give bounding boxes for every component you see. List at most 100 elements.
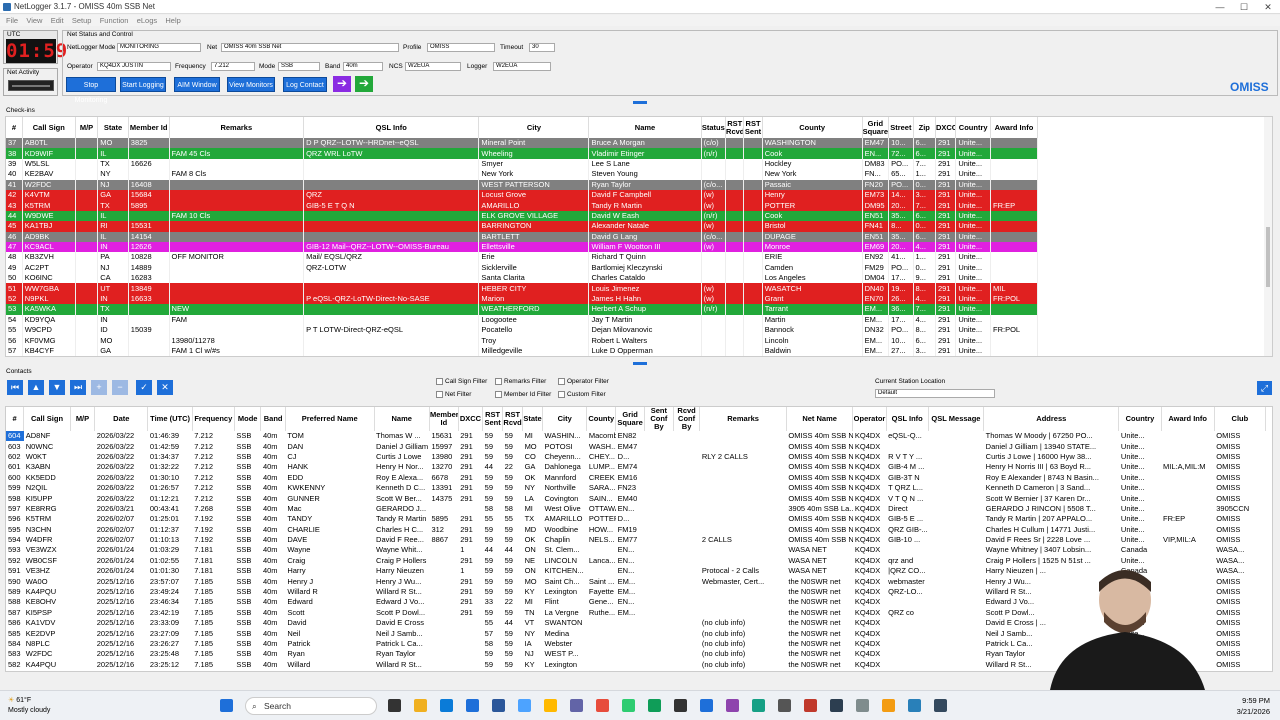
add-record-icon[interactable]: + — [91, 380, 107, 395]
checkin-row[interactable]: 37 AB0TL MO 3825 D P QRZ--LOTW--HRDnet--eQSL… — [6, 138, 1039, 149]
cancel-x-icon[interactable]: ✕ — [157, 380, 173, 395]
app-icon-17[interactable] — [908, 699, 921, 712]
contact-row[interactable]: 603 N0WNC 2026/03/22 01:42:59 7.212 SSB 40m DAN… — [6, 441, 1266, 451]
remarks-filter[interactable]: Remarks Filter — [495, 378, 546, 386]
net-select[interactable]: OMISS 40m SSB Net — [221, 43, 399, 52]
app-icon-18[interactable] — [934, 699, 947, 712]
contact-row[interactable]: 582 KA4PQU 2025/12/16 23:25:12 7.185 SSB 40m Wi… — [6, 660, 1266, 670]
checkin-row[interactable]: 47 KC9ACL IN 12626 GIB-12 Mail--QRZ--LOTW--O… — [6, 241, 1039, 253]
profile-field[interactable]: OMISS — [427, 43, 495, 52]
contact-row[interactable]: 585 KE2DVP 2025/12/16 23:27:09 7.185 SSB 40m Ne… — [6, 628, 1266, 638]
last-record-icon[interactable]: ⏭ — [70, 380, 86, 395]
contact-row[interactable]: 604 AD8NF 2026/03/22 01:46:39 7.212 SSB 40m TOM… — [6, 431, 1266, 442]
checkin-row[interactable]: 42 K4VTM GA 15684 QRZ Locust Grove David F Cam… — [6, 189, 1039, 201]
taskbar-search[interactable]: ⌕ Search — [245, 697, 377, 715]
checkin-row[interactable]: 43 K5TRM TX 5895 GIB-5 E T Q N AMARILLO Tandy … — [6, 200, 1039, 211]
checkin-row[interactable]: 49 AC2PT NJ 14889 QRZ-LOTW Sicklerville Bartlo… — [6, 262, 1039, 274]
contact-row[interactable]: 586 KA1VDV 2025/12/16 23:33:09 7.185 SSB 40m Da… — [6, 618, 1266, 628]
mode-field[interactable]: MONITORING — [117, 43, 201, 52]
station-location-select[interactable]: Default — [875, 389, 995, 398]
checkin-row[interactable]: 56 KF0VMG MO 13980/11278 Troy Robert L Walter… — [6, 335, 1039, 346]
checkin-row[interactable]: 52 N9PKL IN 16633 P eQSL-QRZ-LoTW-Direct-No-… — [6, 293, 1039, 305]
app-icon-1[interactable] — [466, 699, 479, 712]
menu-view[interactable]: View — [26, 15, 42, 26]
mode-select[interactable]: SSB — [278, 62, 320, 71]
band-select[interactable]: 40m — [343, 62, 383, 71]
app-icon-8[interactable] — [674, 699, 687, 712]
contact-row[interactable]: 598 KI5UPP 2026/03/22 01:12:21 7.212 SSB 40m GU… — [6, 493, 1266, 503]
contact-row[interactable]: 590 WA0O 2025/12/16 23:57:07 7.185 SSB 40m Henr… — [6, 576, 1266, 586]
operator-field[interactable]: KQ4DX JUSTIN — [97, 62, 171, 71]
app-icon-2[interactable] — [492, 699, 505, 712]
weather-widget[interactable]: ☀ 61°F Mostly cloudy — [8, 696, 50, 716]
system-clock[interactable]: 9:59 PM 3/21/2026 — [1237, 695, 1270, 717]
app-icon-4[interactable] — [544, 699, 557, 712]
checkin-row[interactable]: 39 W5LSL TX 16626 Smyer Lee S Lane Hockley DM83… — [6, 158, 1039, 170]
call-sign-filter[interactable]: Call Sign Filter — [436, 378, 487, 386]
splitter-top[interactable] — [633, 101, 647, 104]
contact-row[interactable]: 584 N8PLC 2025/12/16 23:26:27 7.185 SSB 40m Pat… — [6, 639, 1266, 649]
splitter-bottom[interactable] — [633, 362, 647, 365]
contact-row[interactable]: 601 K3ABN 2026/03/22 01:32:22 7.212 SSB 40m HAN… — [6, 462, 1266, 472]
menu-edit[interactable]: Edit — [51, 15, 64, 26]
app-icon-7[interactable] — [648, 699, 661, 712]
contact-row[interactable]: 588 KE8OHV 2025/12/16 23:46:34 7.185 SSB 40m Ed… — [6, 597, 1266, 607]
maximize-button[interactable]: ☐ — [1232, 0, 1256, 14]
edge-icon[interactable] — [440, 699, 453, 712]
logger-field[interactable]: W2EUA — [493, 62, 551, 71]
contact-row[interactable]: 600 KK5EDD 2026/03/22 01:30:10 7.212 SSB 40m ED… — [6, 473, 1266, 483]
expand-icon[interactable]: ⤢ — [1257, 381, 1272, 395]
app-icon-12[interactable] — [778, 699, 791, 712]
first-record-icon[interactable]: ⏮ — [7, 380, 23, 395]
log-contact-button[interactable]: Log Contact — [283, 77, 327, 92]
contact-row[interactable]: 596 K5TRM 2026/02/07 01:25:01 7.192 SSB 40m TAN… — [6, 514, 1266, 524]
arrow-right-icon[interactable]: ➔ — [333, 76, 351, 92]
frequency-field[interactable]: 7.212 — [211, 62, 255, 71]
checkin-row[interactable]: 38 KD9WIF IL FAM 45 Cls QRZ WRL LoTW Wheeling… — [6, 148, 1039, 159]
contact-row[interactable]: 583 W2FDC 2025/12/16 23:25:48 7.185 SSB 40m Rya… — [6, 649, 1266, 659]
checkin-row[interactable]: 50 KO6INC CA 16283 Santa Clarita Charles Cata… — [6, 273, 1039, 284]
chrome-icon[interactable] — [622, 699, 635, 712]
checkin-row[interactable]: 41 W2FDC NJ 16408 WEST PATTERSON Ryan Taylor(… — [6, 179, 1039, 190]
menu-elogs[interactable]: eLogs — [137, 15, 157, 26]
net-filter[interactable]: Net Filter — [436, 391, 471, 399]
app-icon-10[interactable] — [726, 699, 739, 712]
start-menu-icon[interactable] — [220, 699, 233, 712]
checkin-row[interactable]: 53 KA5WKA TX NEW WEATHERFORD Herbert A Schup(… — [6, 304, 1039, 315]
menu-setup[interactable]: Setup — [72, 15, 92, 26]
confirm-check-icon[interactable]: ✓ — [136, 380, 152, 395]
minimize-button[interactable]: — — [1208, 0, 1232, 14]
member-id-filter[interactable]: Member Id Filter — [495, 391, 551, 399]
app-icon-16[interactable] — [882, 699, 895, 712]
app-icon-13[interactable] — [804, 699, 817, 712]
contact-row[interactable]: 589 KA4PQU 2025/12/16 23:49:24 7.185 SSB 40m Wi… — [6, 587, 1266, 597]
menu-file[interactable]: File — [6, 15, 18, 26]
start-logging-button[interactable]: Start Logging — [120, 77, 166, 92]
ncs-field[interactable]: W2EUA — [405, 62, 461, 71]
menu-help[interactable]: Help — [165, 15, 180, 26]
checkin-row[interactable]: 45 KA1TBJ RI 15531 BARRINGTON Alexander Natal… — [6, 221, 1039, 232]
checkins-scrollbar[interactable] — [1264, 117, 1272, 356]
file-explorer-icon[interactable] — [414, 699, 427, 712]
checkin-row[interactable]: 48 KB3ZVH PA 10828 OFF MONITOR Mail/ EQSL/QRZ… — [6, 252, 1039, 263]
delete-record-icon[interactable]: − — [112, 380, 128, 395]
arrow-right-green-icon[interactable]: ➔ — [355, 76, 373, 92]
view-monitors-button[interactable]: View Monitors — [227, 77, 275, 92]
app-icon-5[interactable] — [570, 699, 583, 712]
custom-filter[interactable]: Custom Filter — [558, 391, 606, 399]
app-icon-9[interactable] — [700, 699, 713, 712]
checkin-row[interactable]: 57 KB4CYF GA FAM 1 Cl w/#s Milledgeville Luke… — [6, 345, 1039, 356]
timeout-field[interactable]: 30 — [529, 43, 555, 52]
app-icon-3[interactable] — [518, 699, 531, 712]
checkin-row[interactable]: 55 W9CPD ID 15039 P T LOTW-Direct-QRZ-eQSL Po… — [6, 325, 1039, 336]
checkin-row[interactable]: 46 AD9BK IL 14154 BARTLETT David G Lang (c/o..… — [6, 231, 1039, 242]
contact-row[interactable]: 593 VE3WZX 2026/01/24 01:03:29 7.181 SSB 40m Wa… — [6, 545, 1266, 555]
contact-row[interactable]: 597 KE8RRG 2026/03/21 00:43:41 7.268 SSB 40m Ma… — [6, 504, 1266, 514]
app-icon-6[interactable] — [596, 699, 609, 712]
contact-row[interactable]: 602 W0KT 2026/03/22 01:34:37 7.212 SSB 40m CJ Cu… — [6, 452, 1266, 462]
contact-row[interactable]: 595 N3CHN 2026/02/07 01:12:37 7.192 SSB 40m CHA… — [6, 525, 1266, 535]
contact-row[interactable]: 591 VE3HZ 2026/01/24 01:01:30 7.181 SSB 40m Har… — [6, 566, 1266, 576]
aim-window-button[interactable]: AIM Window — [174, 77, 220, 92]
checkin-row[interactable]: 51 WW7GBA UT 13849 HEBER CITY Louis Jimenez (w… — [6, 283, 1039, 294]
contact-row[interactable]: 594 W4DFR 2026/02/07 01:10:13 7.192 SSB 40m DAV… — [6, 535, 1266, 545]
